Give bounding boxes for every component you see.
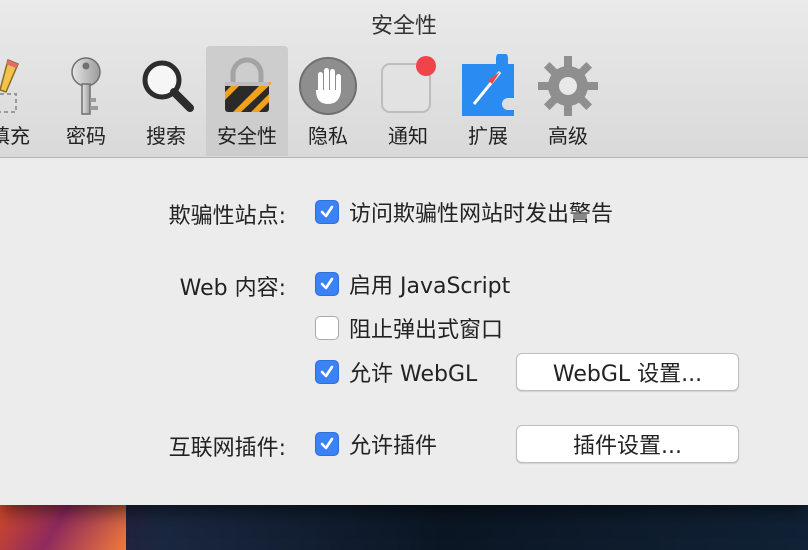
tab-extensions[interactable]: 扩展 <box>448 46 528 156</box>
fraud-label: 欺骗性站点: <box>168 204 286 229</box>
block-popups-option[interactable]: 阻止弹出式窗口 <box>315 314 504 343</box>
allow-plugins-option[interactable]: 允许插件 <box>315 430 438 459</box>
tab-label: 高级 <box>548 124 588 148</box>
magnifier-icon <box>142 60 194 112</box>
allow-webgl-label: 允许 WebGL <box>349 362 478 387</box>
tab-passwords[interactable]: 密码 <box>46 46 126 156</box>
notification-icon <box>381 56 436 113</box>
checkmark-icon <box>320 365 334 378</box>
tab-label: 安全性 <box>217 124 277 148</box>
pencil-icon <box>0 58 19 113</box>
tab-privacy[interactable]: 隐私 <box>288 46 368 156</box>
tab-label: 填充 <box>0 124 30 148</box>
checkmark-icon <box>320 205 334 218</box>
enable-javascript-option[interactable]: 启用 JavaScript <box>315 270 511 299</box>
plugin-settings-button[interactable]: 插件设置... <box>516 425 739 463</box>
checkbox-checked[interactable] <box>315 200 339 224</box>
preferences-window: 安全性 填充 <box>0 0 808 505</box>
tab-label: 扩展 <box>468 124 508 148</box>
checkbox-checked[interactable] <box>315 360 339 384</box>
key-icon <box>71 57 101 115</box>
checkbox-unchecked[interactable] <box>315 316 339 340</box>
checkbox-checked[interactable] <box>315 432 339 456</box>
gear-icon <box>538 56 598 116</box>
toolbar: 安全性 填充 <box>0 0 808 158</box>
hand-icon <box>299 57 357 115</box>
lock-icon <box>225 57 271 112</box>
allow-plugins-label: 允许插件 <box>349 434 438 459</box>
web-content-label: Web 内容: <box>179 276 286 301</box>
window-title: 安全性 <box>370 14 437 39</box>
tab-notifications[interactable]: 通知 <box>368 46 448 156</box>
checkmark-icon <box>320 277 334 290</box>
enable-javascript-label: 启用 JavaScript <box>349 274 511 299</box>
checkmark-icon <box>320 437 334 450</box>
puzzle-compass-icon <box>462 54 514 116</box>
fraud-warning-label: 访问欺骗性网站时发出警告 <box>349 202 614 227</box>
desktop-wallpaper-art <box>0 505 126 550</box>
tab-label: 隐私 <box>308 124 348 148</box>
plugins-label: 互联网插件: <box>168 436 286 461</box>
tab-advanced[interactable]: 高级 <box>528 46 608 156</box>
checkbox-checked[interactable] <box>315 272 339 296</box>
tab-label: 搜索 <box>146 124 186 148</box>
allow-webgl-option[interactable]: 允许 WebGL <box>315 358 478 387</box>
fraud-warning-option[interactable]: 访问欺骗性网站时发出警告 <box>315 198 614 227</box>
webgl-settings-button[interactable]: WebGL 设置... <box>516 353 739 391</box>
tab-autofill[interactable]: 填充 <box>0 46 50 156</box>
tab-label: 通知 <box>388 124 428 148</box>
security-pane: 欺骗性站点: 访问欺骗性网站时发出警告 Web 内容: 启用 JavaScrip… <box>0 158 808 505</box>
block-popups-label: 阻止弹出式窗口 <box>349 318 504 343</box>
tab-search[interactable]: 搜索 <box>126 46 206 156</box>
tab-label: 密码 <box>66 124 106 148</box>
tab-security[interactable]: 安全性 <box>206 46 288 156</box>
